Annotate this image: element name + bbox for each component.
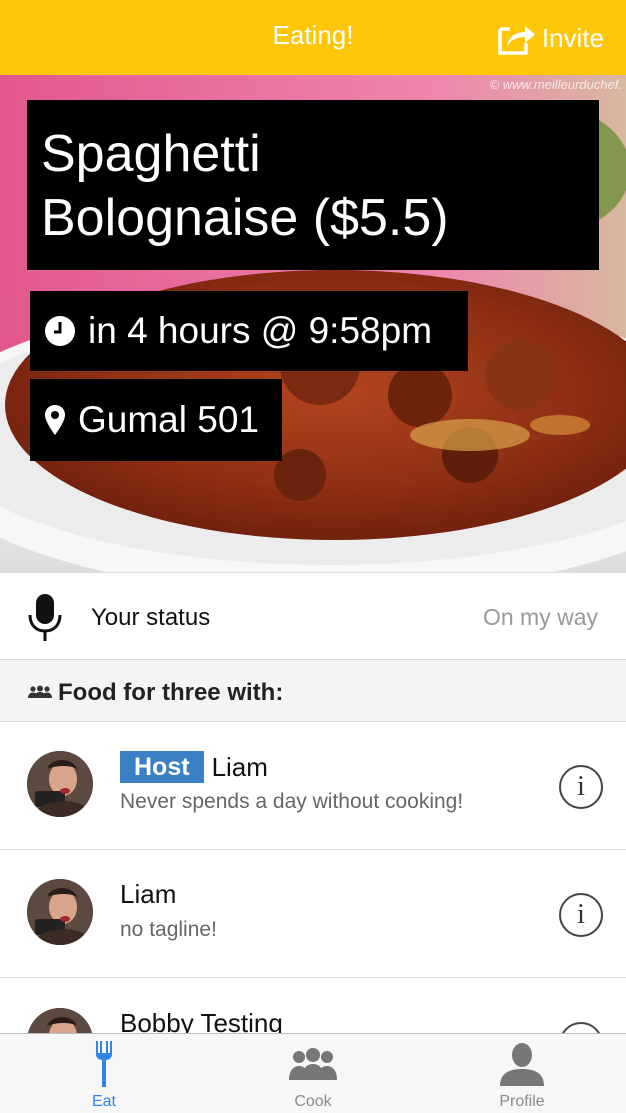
section-title: Food for three with: xyxy=(58,679,284,706)
participant-name-line: Host Liam xyxy=(120,751,268,783)
tab-cook[interactable]: Cook xyxy=(209,1034,417,1113)
invite-button[interactable]: Invite xyxy=(498,18,604,58)
your-status-row[interactable]: Your status On my way xyxy=(0,572,626,660)
participant-name: Liam xyxy=(120,879,177,909)
fork-icon xyxy=(96,1041,112,1087)
host-badge: Host xyxy=(120,751,204,783)
participants-header: Food for three with: xyxy=(0,660,626,722)
meal-location: Gumal 501 xyxy=(30,379,282,461)
meal-location-text: Gumal 501 xyxy=(78,399,259,440)
info-icon: i xyxy=(577,899,585,930)
meal-time: in 4 hours @ 9:58pm xyxy=(30,291,468,371)
meal-time-text: in 4 hours @ 9:58pm xyxy=(88,310,433,351)
tab-label: Eat xyxy=(91,1093,116,1110)
group-icon xyxy=(289,1048,337,1080)
group-icon xyxy=(28,685,52,698)
avatar-photo xyxy=(27,751,93,817)
participant-row[interactable]: Liam no tagline! i xyxy=(0,850,626,978)
tab-profile[interactable]: Profile xyxy=(418,1034,626,1113)
avatar-photo xyxy=(27,879,93,945)
share-icon xyxy=(498,26,535,55)
info-icon: i xyxy=(577,771,585,802)
person-icon xyxy=(500,1043,544,1086)
tab-label: Cook xyxy=(294,1093,332,1110)
participant-row-host[interactable]: Host Liam Never spends a day without coo… xyxy=(0,722,626,850)
avatar xyxy=(27,751,93,817)
navigation-bar: Eating! Invite xyxy=(0,0,626,75)
meal-title-line-1: Spaghetti xyxy=(41,125,261,183)
meal-title: Spaghetti Bolognaise ($5.5) xyxy=(27,100,599,270)
participant-name: Liam xyxy=(211,751,268,782)
meal-photo: © www.meilleurduchef. Spaghetti Bolognai… xyxy=(0,75,626,572)
meal-title-line-2: Bolognaise ($5.5) xyxy=(41,189,449,247)
photo-watermark: © www.meilleurduchef. xyxy=(489,77,622,92)
info-button[interactable]: i xyxy=(559,765,603,809)
invite-label: Invite xyxy=(541,22,604,53)
tab-label: Profile xyxy=(499,1093,545,1110)
status-label: Your status xyxy=(91,604,211,631)
location-pin-icon xyxy=(45,405,65,435)
participant-name-line: Liam xyxy=(120,879,176,910)
participant-tagline: no tagline! xyxy=(120,918,217,941)
avatar xyxy=(27,879,93,945)
tab-bar: Eat Cook Profile xyxy=(0,1033,626,1113)
microphone-icon xyxy=(28,594,62,641)
clock-icon xyxy=(45,316,75,346)
info-button[interactable]: i xyxy=(559,893,603,937)
participant-tagline: Never spends a day without cooking! xyxy=(120,790,464,813)
tab-eat[interactable]: Eat xyxy=(0,1034,208,1113)
status-value[interactable]: On my way xyxy=(483,604,598,631)
